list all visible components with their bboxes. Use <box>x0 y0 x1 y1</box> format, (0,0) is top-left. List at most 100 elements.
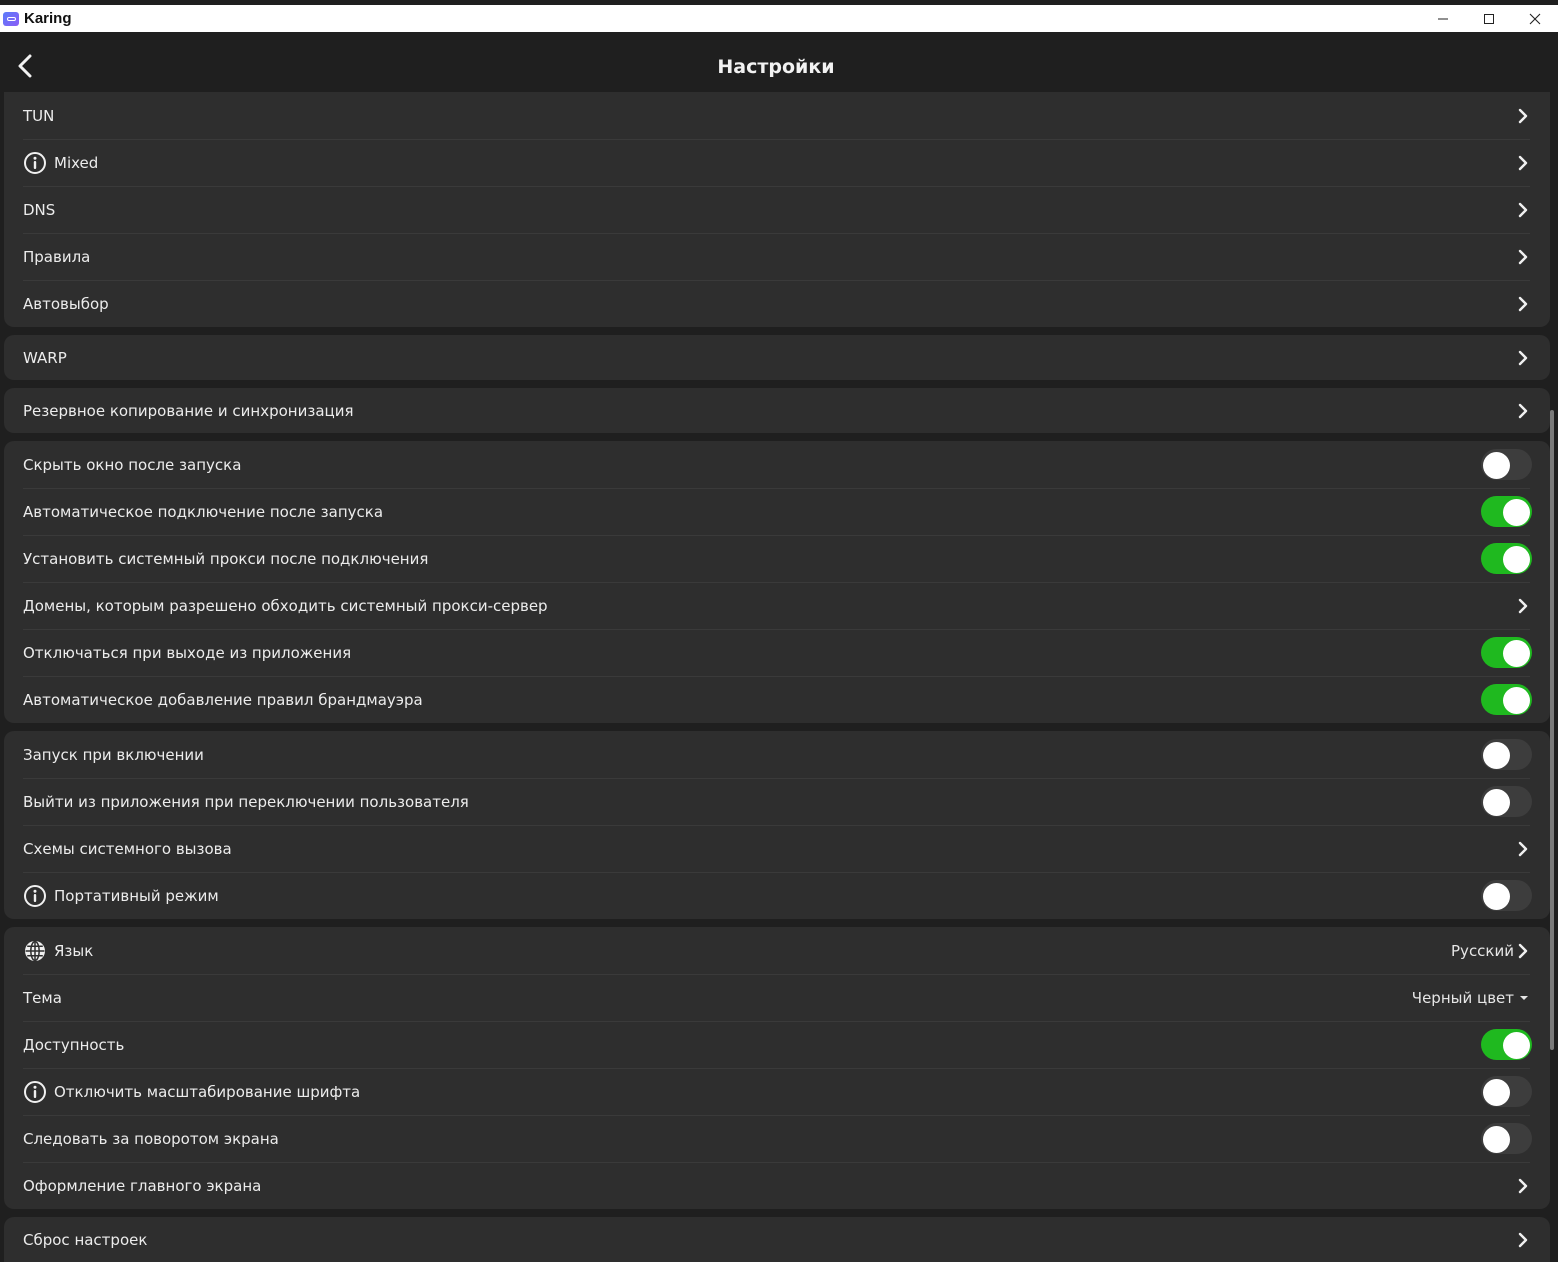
settings-row-label: WARP <box>23 348 67 367</box>
settings-row[interactable]: Язык Русский <box>4 927 1550 974</box>
globe-icon <box>23 939 47 963</box>
toggle-switch[interactable] <box>1481 449 1532 480</box>
chevron-right-icon <box>1516 839 1530 859</box>
settings-row[interactable]: WARP <box>4 335 1550 380</box>
close-button[interactable] <box>1512 5 1558 32</box>
settings-row-label: Доступность <box>23 1035 125 1054</box>
toggle-knob <box>1483 883 1510 910</box>
settings-row: Отключаться при выходе из приложения <box>4 629 1550 676</box>
chevron-right-icon <box>1516 294 1530 314</box>
settings-row[interactable]: Оформление главного экрана <box>4 1162 1550 1209</box>
theme-dropdown-value[interactable]: Черный цвет <box>1412 989 1514 1007</box>
window-title: Karing <box>24 10 72 27</box>
settings-list: TUN Mixed DNS Правила Автовыбор WARP Резервное… <box>4 92 1550 1262</box>
settings-row-label: Автоматическое добавление правил брандма… <box>23 690 423 709</box>
settings-row-label: Домены, которым разрешено обходить систе… <box>23 596 548 615</box>
settings-row[interactable]: Правила <box>4 233 1550 280</box>
settings-group: WARP <box>4 335 1550 380</box>
chevron-right-icon <box>1516 1230 1530 1250</box>
app-bar: Настройки <box>0 32 1552 92</box>
toggle-switch[interactable] <box>1481 496 1532 527</box>
settings-row-label: TUN <box>23 106 55 125</box>
settings-row-label: Портативный режим <box>54 886 219 905</box>
toggle-knob <box>1503 687 1530 714</box>
toggle-switch[interactable] <box>1481 786 1532 817</box>
settings-row[interactable]: Автовыбор <box>4 280 1550 327</box>
close-icon <box>1529 13 1541 24</box>
settings-group: Скрыть окно после запуска Автоматическое … <box>4 441 1550 723</box>
minimize-button[interactable] <box>1420 5 1466 32</box>
maximize-button[interactable] <box>1466 5 1512 32</box>
settings-row-label: Запуск при включении <box>23 745 204 764</box>
settings-row[interactable]: Тема Черный цвет <box>4 974 1550 1021</box>
info-icon[interactable] <box>23 1080 47 1104</box>
toggle-switch[interactable] <box>1481 880 1532 911</box>
settings-row[interactable]: Mixed <box>4 139 1550 186</box>
settings-group: Резервное копирование и синхронизация <box>4 388 1550 433</box>
settings-row-label: Следовать за поворотом экрана <box>23 1129 279 1148</box>
settings-row: Установить системный прокси после подклю… <box>4 535 1550 582</box>
chevron-right-icon <box>1516 348 1530 368</box>
chevron-right-icon <box>1516 200 1530 220</box>
settings-row-label: Язык <box>54 941 94 960</box>
chevron-right-icon <box>1516 106 1530 126</box>
settings-group: TUN Mixed DNS Правила Автовыбор <box>4 92 1550 327</box>
scrollbar-thumb[interactable] <box>1550 410 1554 1050</box>
settings-row: Скрыть окно после запуска <box>4 441 1550 488</box>
settings-row-value: Русский <box>1451 941 1514 960</box>
chevron-right-icon <box>1516 596 1530 616</box>
toggle-knob <box>1483 742 1510 769</box>
chevron-right-icon <box>1516 1176 1530 1196</box>
chevron-right-icon <box>1516 247 1530 267</box>
toggle-switch[interactable] <box>1481 684 1532 715</box>
settings-row-label: Тема <box>23 988 62 1007</box>
settings-group: Запуск при включении Выйти из приложения … <box>4 731 1550 919</box>
toggle-switch[interactable] <box>1481 739 1532 770</box>
toggle-switch[interactable] <box>1481 637 1532 668</box>
maximize-icon <box>1484 13 1494 24</box>
info-icon[interactable] <box>23 151 47 175</box>
toggle-knob <box>1503 640 1530 667</box>
settings-row: Запуск при включении <box>4 731 1550 778</box>
window-titlebar: Karing <box>0 5 1558 32</box>
settings-row[interactable]: Схемы системного вызова <box>4 825 1550 872</box>
settings-group: Язык Русский Тема Черный цвет Доступность Отк… <box>4 927 1550 1209</box>
info-icon[interactable] <box>23 884 47 908</box>
karing-logo-icon <box>3 11 19 26</box>
toggle-switch[interactable] <box>1481 543 1532 574</box>
settings-row-label: DNS <box>23 200 56 219</box>
settings-row: Доступность <box>4 1021 1550 1068</box>
toggle-switch[interactable] <box>1481 1076 1532 1107</box>
settings-row-label: Mixed <box>54 153 99 172</box>
settings-row-label: Схемы системного вызова <box>23 839 232 858</box>
settings-row: Выйти из приложения при переключении пол… <box>4 778 1550 825</box>
toggle-knob <box>1483 1126 1510 1153</box>
settings-row: Автоматическое добавление правил брандма… <box>4 676 1550 723</box>
settings-row-label: Выйти из приложения при переключении пол… <box>23 792 469 811</box>
toggle-knob <box>1483 452 1510 479</box>
caret-down-icon[interactable] <box>1518 992 1530 1004</box>
chevron-right-icon <box>1516 401 1530 421</box>
settings-row: Отключить масштабирование шрифта <box>4 1068 1550 1115</box>
settings-row-label: Правила <box>23 247 91 266</box>
settings-row[interactable]: DNS <box>4 186 1550 233</box>
settings-row[interactable]: TUN <box>4 92 1550 139</box>
minimize-icon <box>1438 18 1448 19</box>
toggle-knob <box>1503 1032 1530 1059</box>
settings-row-label: Резервное копирование и синхронизация <box>23 401 354 420</box>
settings-row-label: Оформление главного экрана <box>23 1176 262 1195</box>
settings-row-label: Установить системный прокси после подклю… <box>23 549 429 568</box>
toggle-knob <box>1503 499 1530 526</box>
settings-row[interactable]: Резервное копирование и синхронизация <box>4 388 1550 433</box>
toggle-switch[interactable] <box>1481 1029 1532 1060</box>
settings-row[interactable]: Сброс настроек <box>4 1217 1550 1262</box>
chevron-right-icon <box>1516 941 1530 961</box>
toggle-knob <box>1483 1079 1510 1106</box>
settings-row: Следовать за поворотом экрана <box>4 1115 1550 1162</box>
toggle-switch[interactable] <box>1481 1123 1532 1154</box>
settings-row[interactable]: Домены, которым разрешено обходить систе… <box>4 582 1550 629</box>
chevron-right-icon <box>1516 153 1530 173</box>
settings-row-label: Скрыть окно после запуска <box>23 455 242 474</box>
window-controls <box>1420 5 1558 32</box>
toggle-knob <box>1483 789 1510 816</box>
